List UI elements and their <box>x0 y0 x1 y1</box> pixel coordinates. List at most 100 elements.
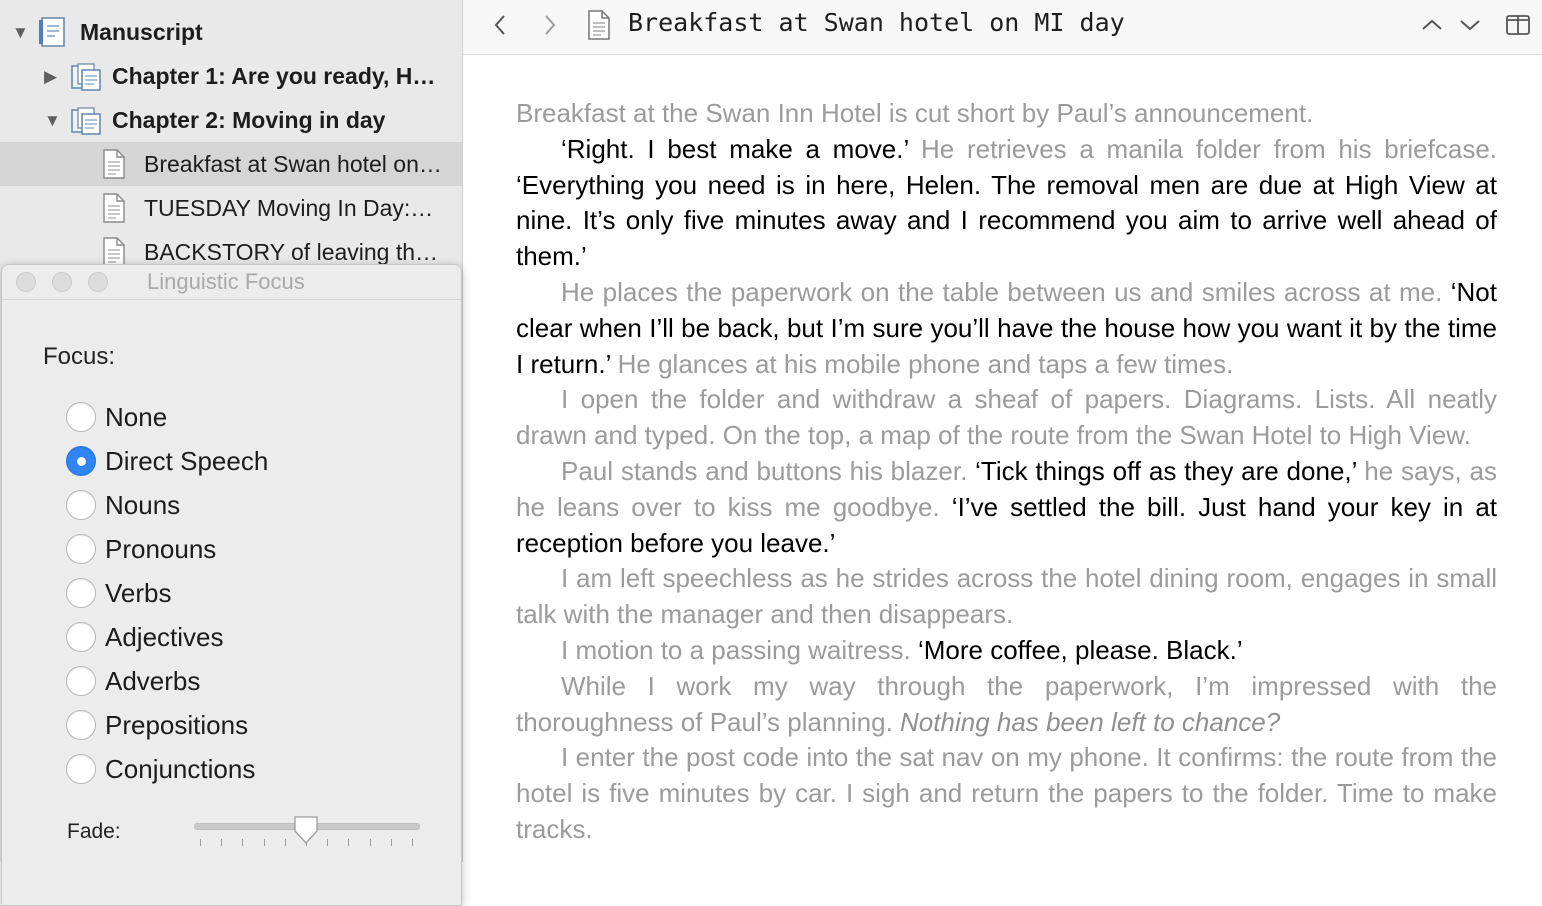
radio-button[interactable] <box>66 534 96 564</box>
slider-tick <box>263 839 265 846</box>
zoom-window-button[interactable] <box>88 272 108 292</box>
slider-tick <box>284 839 286 846</box>
focus-option-label: Pronouns <box>105 533 217 564</box>
radio-selected[interactable] <box>66 446 96 476</box>
focus-option-label: Adjectives <box>105 621 224 652</box>
focus-option-conjunctions[interactable]: Conjunctions <box>66 751 255 787</box>
fade-label: Fade: <box>67 820 121 843</box>
binder-item[interactable]: TUESDAY Moving In Day:… <box>0 186 462 230</box>
next-document-button[interactable] <box>1455 9 1485 41</box>
panel-titlebar[interactable]: Linguistic Focus <box>2 265 461 300</box>
focus-option-none[interactable]: None <box>66 399 167 435</box>
paragraph: Paul stands and buttons his blazer. ‘Tic… <box>516 454 1497 561</box>
focus-option-nouns[interactable]: Nouns <box>66 487 180 523</box>
linguistic-focus-panel: Linguistic Focus Focus: None Direct Speec… <box>1 264 462 906</box>
editor-header: Breakfast at Swan hotel on MI day <box>463 0 1542 55</box>
binder-item-label: BACKSTORY of leaving th… <box>144 238 439 265</box>
previous-document-button[interactable] <box>1417 9 1447 41</box>
radio-button[interactable] <box>66 754 96 784</box>
fade-slider-thumb[interactable] <box>293 815 319 850</box>
fade-slider[interactable] <box>194 815 420 855</box>
faded-text: Paul stands and buttons his blazer. <box>561 455 976 486</box>
focus-label: Focus: <box>43 343 116 370</box>
slider-tick <box>390 839 392 846</box>
faded-text: I motion to a passing waitress. <box>561 634 918 665</box>
faded-text: I open the folder and withdraw a sheaf o… <box>516 384 1497 451</box>
chevron-down-icon <box>1460 20 1480 31</box>
binder-item-label: Manuscript <box>80 18 203 45</box>
focus-option-label: Nouns <box>105 489 181 520</box>
radio-button[interactable] <box>66 622 96 652</box>
direct-speech-text: ‘Everything you need is in here, Helen. … <box>516 169 1497 272</box>
slider-tick <box>200 839 201 846</box>
slider-tick <box>369 839 371 846</box>
focus-option-label: Adverbs <box>105 665 201 696</box>
faded-text: He glances at his mobile phone and taps … <box>617 348 1234 379</box>
paragraph: He places the paperwork on the table bet… <box>516 275 1497 382</box>
chevron-up-icon <box>1422 19 1442 30</box>
editor-pane: Breakfast at Swan hotel on MI day Breakf… <box>463 0 1542 862</box>
slider-tick <box>221 839 223 846</box>
binder-item[interactable]: ▶ Chapter 1: Are you ready, H… <box>0 54 462 98</box>
faded-text: He places the paperwork on the table bet… <box>561 276 1451 307</box>
binder-item-label: Breakfast at Swan hotel on… <box>144 150 442 177</box>
focus-option-adjectives[interactable]: Adjectives <box>66 619 224 655</box>
focus-option-label: Direct Speech <box>105 445 269 476</box>
back-button[interactable] <box>485 9 515 41</box>
close-window-button[interactable] <box>16 272 36 292</box>
paragraph: I open the folder and withdraw a sheaf o… <box>516 382 1497 454</box>
focus-option-verbs[interactable]: Verbs <box>66 575 172 611</box>
binder-item-label: Chapter 2: Moving in day <box>112 106 386 133</box>
radio-button[interactable] <box>66 402 96 432</box>
paragraph: I enter the post code into the sat nav o… <box>516 740 1497 847</box>
direct-speech-text: ‘More coffee, please. Black.’ <box>917 634 1243 665</box>
focus-option-pronouns[interactable]: Pronouns <box>66 531 216 567</box>
forward-button[interactable] <box>535 9 565 41</box>
manuscript-icon <box>38 16 66 53</box>
document-icon <box>102 149 126 184</box>
disclosure-collapsed-icon[interactable]: ▶ <box>44 68 57 85</box>
paragraph: I motion to a passing waitress. ‘More co… <box>516 633 1497 669</box>
focus-option-label: Verbs <box>105 577 172 608</box>
document-icon <box>587 10 611 45</box>
focus-option-label: None <box>105 401 168 432</box>
chevron-right-icon <box>545 15 556 35</box>
split-view-icon <box>1506 15 1530 35</box>
binder-item[interactable]: ▼ Manuscript <box>0 10 462 54</box>
direct-speech-text: ‘Tick things off as they are done,’ <box>975 455 1365 486</box>
manuscript-text[interactable]: Breakfast at the Swan Inn Hotel is cut s… <box>516 96 1497 886</box>
slider-tick <box>412 839 413 846</box>
focus-option-adverbs[interactable]: Adverbs <box>66 663 200 699</box>
document-icon <box>102 193 126 228</box>
binder-item-label: Chapter 1: Are you ready, H… <box>112 62 436 89</box>
disclosure-expanded-icon[interactable]: ▼ <box>12 24 29 41</box>
chevron-left-icon <box>494 15 505 35</box>
radio-button[interactable] <box>66 710 96 740</box>
faded-text: Breakfast at the Swan Inn Hotel is cut s… <box>516 98 1314 128</box>
minimize-window-button[interactable] <box>52 272 72 292</box>
faded-text: I enter the post code into the sat nav o… <box>516 742 1497 844</box>
split-view-button[interactable] <box>1503 9 1533 41</box>
binder-item[interactable]: Breakfast at Swan hotel on… <box>0 142 462 186</box>
focus-option-prepositions[interactable]: Prepositions <box>66 707 248 743</box>
italic-text: Nothing has been left to chance? <box>900 706 1281 737</box>
paragraph: I am left speechless as he strides acros… <box>516 561 1497 633</box>
faded-text: I am left speechless as he strides acros… <box>516 563 1497 630</box>
slider-tick <box>348 839 350 846</box>
focus-option-label: Conjunctions <box>105 753 256 784</box>
binder-item-label: TUESDAY Moving In Day:… <box>144 194 434 221</box>
disclosure-expanded-icon[interactable]: ▼ <box>44 112 61 129</box>
radio-button[interactable] <box>66 490 96 520</box>
direct-speech-text: ‘Right. I best make a move.’ <box>561 133 922 164</box>
focus-option-direct-speech[interactable]: Direct Speech <box>66 443 268 479</box>
radio-button[interactable] <box>66 578 96 608</box>
folder-icon <box>70 60 102 97</box>
binder-item[interactable]: ▼ Chapter 2: Moving in day <box>0 98 462 142</box>
panel-title: Linguistic Focus <box>147 269 305 294</box>
faded-text: He retrieves a manila folder from his br… <box>921 133 1497 164</box>
slider-tick <box>327 839 329 846</box>
paragraph: While I work my way through the paperwor… <box>516 669 1497 741</box>
slider-tick <box>242 839 244 846</box>
paragraph: Breakfast at the Swan Inn Hotel is cut s… <box>516 96 1497 132</box>
radio-button[interactable] <box>66 666 96 696</box>
